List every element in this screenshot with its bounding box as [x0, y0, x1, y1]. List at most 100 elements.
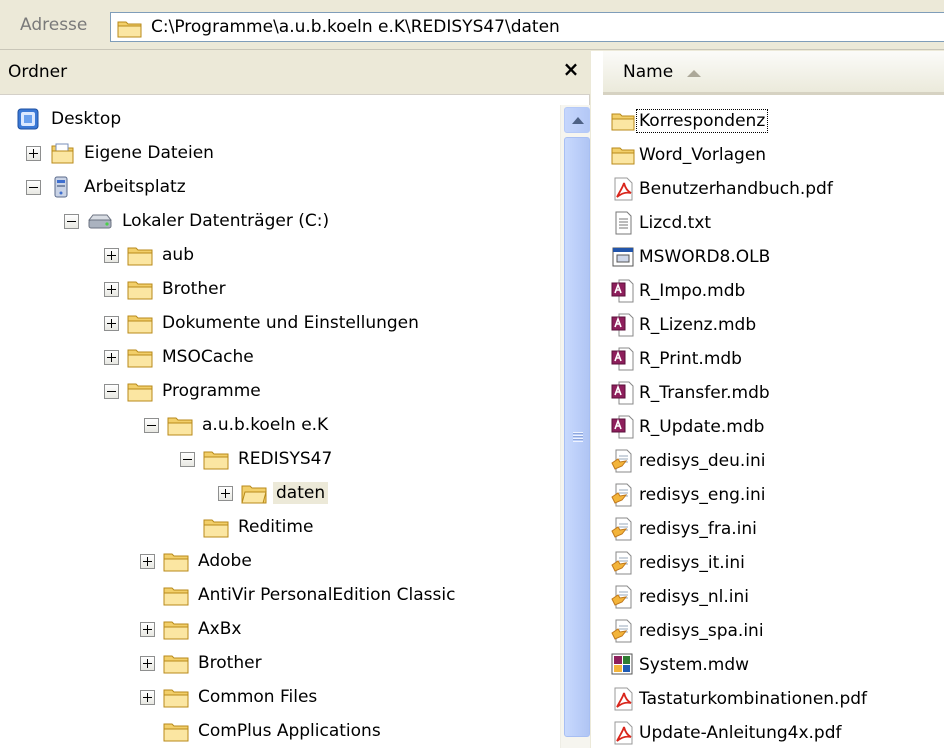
- folder-icon: [163, 553, 189, 572]
- file-item-label: redisys_fra.ini: [639, 519, 757, 539]
- file-item[interactable]: MSWORD8.OLB: [611, 241, 772, 273]
- address-path: C:\Programme\a.u.b.koeln e.K\REDISYS47\d…: [151, 17, 560, 37]
- tree-item-label: daten: [273, 482, 329, 504]
- tree-item[interactable]: MSOCache: [104, 341, 257, 373]
- collapse-icon[interactable]: [180, 451, 195, 467]
- ini-file-icon: [611, 449, 632, 473]
- close-icon[interactable]: ×: [558, 56, 584, 82]
- access-database-icon: [611, 347, 634, 371]
- file-item[interactable]: redisys_eng.ini: [611, 479, 768, 511]
- tree-item[interactable]: Dokumente und Einstellungen: [104, 307, 422, 339]
- file-item-label: R_Update.mdb: [639, 417, 765, 437]
- file-item[interactable]: R_Impo.mdb: [611, 275, 747, 307]
- folder-icon: [203, 519, 229, 538]
- expand-icon[interactable]: [104, 247, 119, 263]
- file-item-label: R_Transfer.mdb: [639, 383, 770, 403]
- access-database-icon: [611, 279, 634, 303]
- pdf-file-icon: [614, 687, 633, 711]
- tree-item[interactable]: AxBx: [140, 613, 244, 645]
- tree-item-label: Programme: [162, 381, 261, 401]
- folders-pane-title: Ordner: [8, 62, 68, 82]
- collapse-icon[interactable]: [144, 417, 159, 433]
- file-item[interactable]: System.mdw: [611, 649, 751, 681]
- tree-item[interactable]: REDISYS47: [180, 443, 335, 475]
- folder-icon: [163, 621, 189, 640]
- expand-icon[interactable]: [26, 145, 41, 161]
- file-item[interactable]: redisys_spa.ini: [611, 615, 766, 647]
- expand-icon[interactable]: [104, 315, 119, 331]
- scroll-thumb[interactable]: [564, 137, 590, 737]
- scroll-up-button[interactable]: [564, 107, 590, 133]
- expand-icon[interactable]: [104, 281, 119, 297]
- folder-tree-scrollbar[interactable]: [560, 105, 590, 748]
- folder-icon: [127, 349, 153, 368]
- tree-item-label: REDISYS47: [238, 449, 333, 469]
- file-item-label: System.mdw: [639, 655, 750, 675]
- folder-icon: [203, 451, 229, 470]
- tree-item[interactable]: Arbeitsplatz: [26, 171, 189, 203]
- file-item-label: redisys_deu.ini: [639, 451, 766, 471]
- collapse-icon[interactable]: [104, 383, 119, 399]
- file-item[interactable]: R_Transfer.mdb: [611, 377, 772, 409]
- file-item[interactable]: Word_Vorlagen: [611, 139, 768, 171]
- expand-icon[interactable]: [140, 689, 155, 705]
- tree-item-label: AxBx: [198, 619, 242, 639]
- file-item-label: Word_Vorlagen: [639, 145, 767, 165]
- tree-item[interactable]: Reditime: [203, 511, 316, 543]
- file-item-label: redisys_spa.ini: [639, 621, 764, 641]
- folder-icon: [611, 113, 635, 131]
- column-header-label: Name: [623, 62, 674, 82]
- tree-item[interactable]: AntiVir PersonalEdition Classic: [163, 579, 458, 611]
- file-list-pane: Name Korrespondenz Word_Vorlagen Benutze…: [591, 51, 944, 748]
- collapse-icon[interactable]: [26, 179, 41, 195]
- address-input[interactable]: C:\Programme\a.u.b.koeln e.K\REDISYS47\d…: [110, 12, 944, 42]
- tree-item[interactable]: Brother: [140, 647, 265, 679]
- file-item-label: R_Lizenz.mdb: [639, 315, 757, 335]
- file-item[interactable]: redisys_nl.ini: [611, 581, 751, 613]
- file-item[interactable]: Lizcd.txt: [611, 207, 713, 239]
- expand-icon[interactable]: [140, 553, 155, 569]
- file-item-label: redisys_it.ini: [639, 553, 745, 573]
- expand-icon[interactable]: [140, 655, 155, 671]
- tree-item[interactable]: Common Files: [140, 681, 320, 713]
- file-item[interactable]: redisys_it.ini: [611, 547, 747, 579]
- file-item[interactable]: redisys_deu.ini: [611, 445, 768, 477]
- address-bar: Adresse C:\Programme\a.u.b.koeln e.K\RED…: [0, 0, 944, 50]
- file-item[interactable]: Tastaturkombinationen.pdf: [611, 683, 869, 715]
- tree-item-label: Brother: [162, 279, 226, 299]
- column-header-name[interactable]: Name: [603, 51, 944, 95]
- ini-file-icon: [611, 585, 632, 609]
- scroll-grip-icon: [573, 432, 583, 442]
- tree-item[interactable]: a.u.b.koeln e.K: [144, 409, 331, 441]
- tree-item[interactable]: ComPlus Applications: [163, 715, 384, 747]
- file-item[interactable]: Korrespondenz: [611, 105, 769, 137]
- file-item[interactable]: R_Print.mdb: [611, 343, 744, 375]
- tree-item[interactable]: Brother: [104, 273, 229, 305]
- file-item[interactable]: Benutzerhandbuch.pdf: [611, 173, 835, 205]
- tree-item[interactable]: Desktop: [16, 103, 124, 135]
- folder-icon: [127, 315, 153, 334]
- expand-icon[interactable]: [140, 621, 155, 637]
- file-item[interactable]: redisys_fra.ini: [611, 513, 759, 545]
- my-documents-icon: [51, 143, 74, 164]
- folder-icon: [127, 281, 153, 300]
- expand-icon[interactable]: [218, 485, 233, 501]
- tree-item[interactable]: Programme: [104, 375, 264, 407]
- tree-item[interactable]: Eigene Dateien: [26, 137, 217, 169]
- workgroup-file-icon: [611, 653, 633, 675]
- file-item[interactable]: R_Update.mdb: [611, 411, 766, 443]
- file-item-label: Update-Anleitung4x.pdf: [639, 723, 842, 743]
- tree-item[interactable]: Lokaler Datenträger (C:): [64, 205, 332, 237]
- address-label: Adresse: [20, 15, 88, 35]
- access-database-icon: [611, 415, 634, 439]
- tree-item-selected[interactable]: daten: [218, 477, 329, 509]
- file-item-label: redisys_nl.ini: [639, 587, 749, 607]
- expand-icon[interactable]: [104, 349, 119, 365]
- collapse-icon[interactable]: [64, 213, 79, 229]
- folders-pane: Ordner × Desktop Eigene Dateien Arbeitsp…: [0, 51, 590, 748]
- file-item[interactable]: R_Lizenz.mdb: [611, 309, 758, 341]
- tree-item[interactable]: Adobe: [140, 545, 255, 577]
- tree-item[interactable]: aub: [104, 239, 197, 271]
- file-item[interactable]: Update-Anleitung4x.pdf: [611, 717, 844, 748]
- folder-icon: [163, 655, 189, 674]
